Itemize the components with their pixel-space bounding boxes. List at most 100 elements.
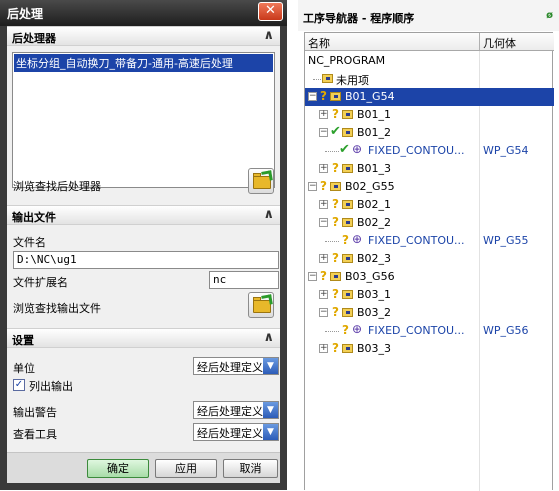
browse-output-label: 浏览查找输出文件 — [13, 302, 101, 315]
tree-row-b03-g56[interactable]: − ? B03_G56 — [305, 268, 554, 286]
close-button[interactable]: ✕ — [258, 2, 283, 21]
postprocessor-list-item[interactable]: 坐标分组_自动换刀_带备刀-通用-高速后处理 — [14, 54, 273, 72]
tree-row-name: NC_PROGRAM — [308, 54, 386, 67]
settings-section-title: 设置 — [12, 334, 34, 347]
collapse-icon[interactable]: − — [308, 182, 317, 191]
collapse-icon: ∧ — [263, 330, 274, 345]
tree-row-b02-g55[interactable]: − ? B02_G55 — [305, 178, 554, 196]
navigator-title: 工序导航器 - 程序顺序 — [298, 0, 559, 31]
browse-postprocessor-label: 浏览查找后处理器 — [13, 180, 101, 193]
ok-button[interactable]: 确定 — [87, 459, 149, 478]
button-bar: 确定 应用 取消 — [7, 452, 280, 483]
program-group-icon — [330, 92, 341, 101]
collapse-icon[interactable]: − — [308, 92, 317, 101]
check-icon: ✔ — [330, 124, 341, 139]
browse-output-button[interactable] — [248, 292, 274, 318]
tree-row-name: FIXED_CONTOU... — [368, 324, 465, 337]
cancel-button[interactable]: 取消 — [223, 459, 278, 478]
dialog-title: 后处理 — [0, 0, 287, 26]
unit-select-value: 经后处理定义 — [197, 361, 263, 374]
collapse-icon: ∧ — [263, 28, 274, 43]
extension-input[interactable]: nc — [209, 271, 279, 289]
tree-row-nc-program[interactable]: NC_PROGRAM — [305, 52, 554, 70]
pin-icon[interactable]: ø — [546, 10, 553, 21]
warning-select[interactable]: 经后处理定义 ▼ — [193, 401, 279, 419]
tree-row-b02-1[interactable]: + ? B02_1 — [305, 196, 554, 214]
expand-icon[interactable]: + — [319, 254, 328, 263]
output-section-header[interactable]: 输出文件 ∧ — [7, 205, 280, 225]
collapse-icon[interactable]: − — [319, 128, 328, 137]
program-group-icon — [342, 290, 353, 299]
program-group-icon — [342, 254, 353, 263]
tree-row-name: FIXED_CONTOU... — [368, 144, 465, 157]
tree-row-b01-3[interactable]: + ? B01_3 — [305, 160, 554, 178]
tree-row-name: B03_3 — [357, 342, 392, 355]
program-group-icon — [342, 164, 353, 173]
tree-row-operation[interactable]: ? ⊕ FIXED_CONTOU... WP_G56 — [305, 322, 554, 340]
collapse-icon[interactable]: − — [308, 272, 317, 281]
tree-row-b01-1[interactable]: + ? B01_1 — [305, 106, 554, 124]
unit-select[interactable]: 经后处理定义 ▼ — [193, 357, 279, 375]
list-output-checkbox[interactable]: ✓ — [13, 379, 25, 391]
key-icon: ? — [332, 215, 339, 229]
expand-icon[interactable]: + — [319, 344, 328, 353]
apply-button[interactable]: 应用 — [155, 459, 217, 478]
program-group-icon — [330, 182, 341, 191]
name-column-header[interactable]: 名称 — [308, 35, 330, 51]
program-group-icon — [342, 110, 353, 119]
tree-row-operation[interactable]: ✔ ⊕ FIXED_CONTOU... WP_G54 — [305, 142, 554, 160]
tree-row-name: B01_1 — [357, 108, 392, 121]
key-icon: ? — [332, 161, 339, 175]
tree-row-b03-1[interactable]: + ? B03_1 — [305, 286, 554, 304]
program-group-icon — [342, 200, 353, 209]
extension-label: 文件扩展名 — [13, 276, 68, 289]
program-group-icon — [322, 74, 333, 83]
tree-row-name: B02_1 — [357, 198, 392, 211]
postprocessor-section-header[interactable]: 后处理器 ∧ — [7, 26, 280, 46]
dropdown-arrow-icon[interactable]: ▼ — [263, 424, 278, 440]
expand-icon[interactable]: + — [319, 164, 328, 173]
key-icon: ? — [342, 233, 349, 247]
settings-section-header[interactable]: 设置 ∧ — [7, 328, 280, 348]
postprocess-dialog: 后处理 ✕ 后处理器 ∧ 坐标分组_自动换刀_带备刀-通用-高速后处理 浏览查找… — [0, 0, 287, 490]
collapse-icon: ∧ — [263, 207, 274, 222]
filename-input[interactable]: D:\NC\ug1 — [13, 251, 279, 269]
expand-icon[interactable]: + — [319, 290, 328, 299]
review-tool-label: 查看工具 — [13, 428, 57, 441]
postprocessor-list[interactable]: 坐标分组_自动换刀_带备刀-通用-高速后处理 — [12, 52, 275, 188]
key-icon: ? — [332, 197, 339, 211]
tree-row-b01-g54[interactable]: − ? B01_G54 — [305, 88, 554, 106]
expand-icon[interactable]: + — [319, 200, 328, 209]
tree-row-b01-2[interactable]: − ✔ B01_2 — [305, 124, 554, 142]
postprocessor-section-title: 后处理器 — [12, 32, 56, 45]
tree-row-b02-2[interactable]: − ? B02_2 — [305, 214, 554, 232]
tree-row-geometry: WP_G55 — [483, 234, 529, 247]
tree-row-geometry: WP_G56 — [483, 324, 529, 337]
review-tool-select[interactable]: 经后处理定义 ▼ — [193, 423, 279, 441]
tree-row-name: B03_2 — [357, 306, 392, 319]
column-header: 名称 几何体 — [305, 33, 554, 51]
tree-row-name: B01_3 — [357, 162, 392, 175]
dialog-body: 后处理器 ∧ 坐标分组_自动换刀_带备刀-通用-高速后处理 浏览查找后处理器 输… — [7, 26, 280, 483]
browse-postprocessor-button[interactable] — [248, 168, 274, 194]
tree-row-name: B02_2 — [357, 216, 392, 229]
tree-row-b03-3[interactable]: + ? B03_3 — [305, 340, 554, 358]
tree-row-operation[interactable]: ? ⊕ FIXED_CONTOU... WP_G55 — [305, 232, 554, 250]
collapse-icon[interactable]: − — [319, 218, 328, 227]
tree-row-geometry: WP_G54 — [483, 144, 529, 157]
tree-row-b02-3[interactable]: + ? B02_3 — [305, 250, 554, 268]
dropdown-arrow-icon[interactable]: ▼ — [263, 402, 278, 418]
key-icon: ? — [332, 341, 339, 355]
program-group-icon — [342, 308, 353, 317]
tree-row-unused[interactable]: 未用项 — [305, 70, 554, 88]
expand-icon[interactable]: + — [319, 110, 328, 119]
tree-row-name: 未用项 — [336, 74, 369, 87]
collapse-icon[interactable]: − — [319, 308, 328, 317]
program-tree: 名称 几何体 NC_PROGRAM 未用项 − ? B01_G54 + ? B0… — [304, 32, 554, 491]
filename-label: 文件名 — [13, 236, 46, 249]
key-icon: ? — [332, 107, 339, 121]
dropdown-arrow-icon[interactable]: ▼ — [263, 358, 278, 374]
warning-select-value: 经后处理定义 — [197, 405, 263, 418]
tree-row-b03-2[interactable]: − ? B03_2 — [305, 304, 554, 322]
geometry-column-header[interactable]: 几何体 — [483, 35, 516, 51]
